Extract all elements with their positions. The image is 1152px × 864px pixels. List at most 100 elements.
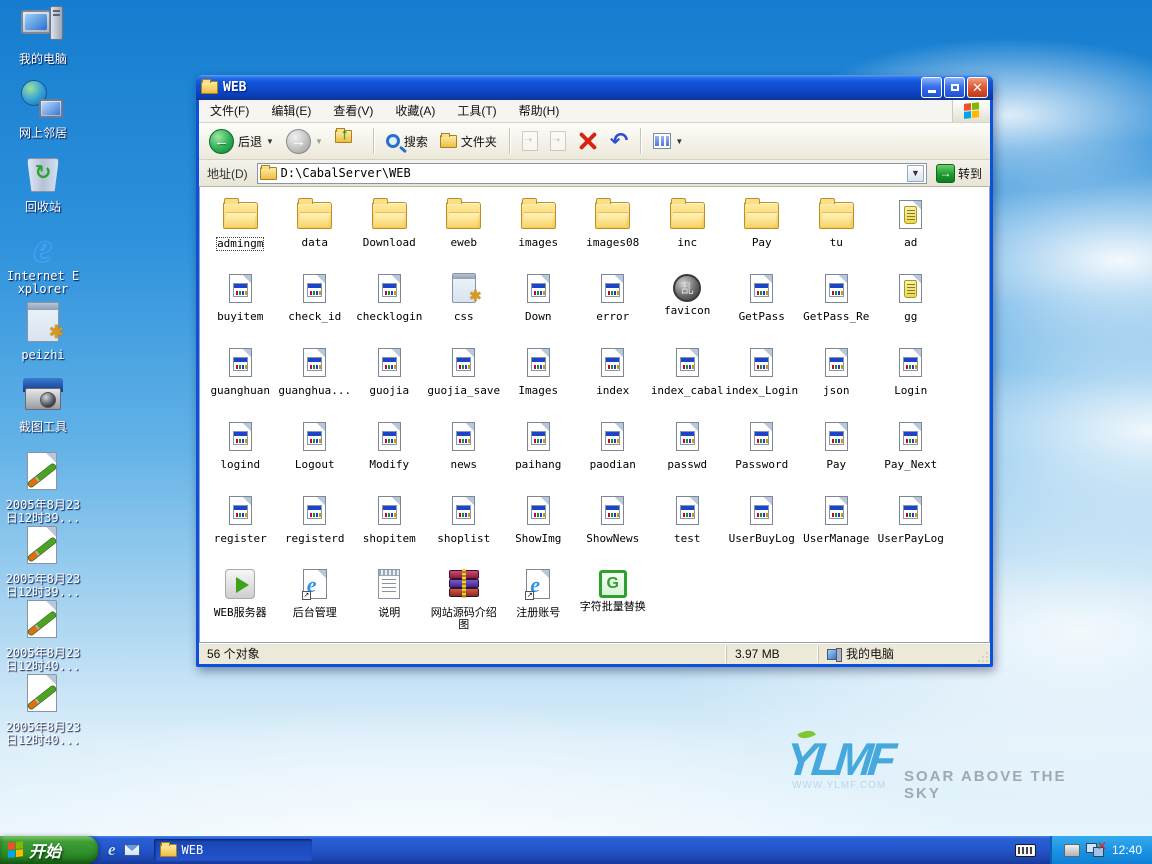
address-dropdown-button[interactable]: ▼ — [907, 165, 924, 182]
file-item[interactable]: tu — [799, 192, 874, 266]
folders-button[interactable]: 文件夹 — [436, 131, 501, 152]
undo-button[interactable]: ↶ — [606, 129, 632, 153]
search-button[interactable]: 搜索 — [382, 131, 432, 152]
file-item[interactable]: e↗注册账号 — [501, 562, 576, 636]
file-item[interactable]: news — [427, 414, 502, 488]
file-item[interactable]: Modify — [352, 414, 427, 488]
file-item[interactable]: 网站源码介绍图 — [427, 562, 502, 636]
file-item[interactable]: index — [576, 340, 651, 414]
forward-button[interactable]: → ▼ — [282, 127, 327, 156]
views-button[interactable]: ▼ — [649, 131, 687, 151]
menu-item-2[interactable]: 查看(V) — [322, 104, 384, 118]
file-item[interactable]: ShowImg — [501, 488, 576, 562]
tray-network-disconnected-icon[interactable]: ✕ — [1086, 843, 1104, 857]
desktop-icon-config[interactable]: peizhi — [4, 302, 82, 362]
file-item[interactable]: Login — [874, 340, 949, 414]
input-method-keyboard-icon[interactable] — [1015, 844, 1036, 857]
go-button[interactable]: → 转到 — [932, 164, 986, 183]
file-item[interactable]: Pay_Next — [874, 414, 949, 488]
file-item[interactable]: Pay — [725, 192, 800, 266]
address-input[interactable]: D:\CabalServer\WEB ▼ — [257, 163, 927, 184]
resize-grip[interactable] — [976, 647, 990, 664]
desktop-icon-network[interactable]: 网上邻居 — [4, 80, 82, 140]
file-item[interactable]: shoplist — [427, 488, 502, 562]
file-item[interactable]: 乱favicon — [650, 266, 725, 340]
file-item[interactable]: guojia — [352, 340, 427, 414]
views-dropdown-icon[interactable]: ▼ — [675, 137, 683, 146]
file-item[interactable]: images — [501, 192, 576, 266]
file-item[interactable]: registerd — [278, 488, 353, 562]
file-item[interactable]: UserManage — [799, 488, 874, 562]
file-item[interactable]: WEB服务器 — [203, 562, 278, 636]
file-item[interactable]: check_id — [278, 266, 353, 340]
desktop-icon-paint[interactable]: 2005年8月23日12时39... — [4, 524, 82, 599]
desktop-icon-camera[interactable]: 截图工具 — [4, 376, 82, 434]
desktop-icon-computer[interactable]: 我的电脑 — [4, 6, 82, 66]
file-item[interactable]: paodian — [576, 414, 651, 488]
file-item[interactable]: ad — [874, 192, 949, 266]
file-item[interactable]: 说明 — [352, 562, 427, 636]
file-item[interactable]: buyitem — [203, 266, 278, 340]
file-item[interactable]: e↗后台管理 — [278, 562, 353, 636]
menu-item-3[interactable]: 收藏(A) — [384, 104, 446, 118]
maximize-button[interactable] — [944, 77, 965, 98]
minimize-button[interactable] — [921, 77, 942, 98]
file-item[interactable]: GetPass — [725, 266, 800, 340]
file-item[interactable]: ✱css — [427, 266, 502, 340]
close-button[interactable]: ✕ — [967, 77, 988, 98]
file-item[interactable]: inc — [650, 192, 725, 266]
file-item[interactable]: guojia_save — [427, 340, 502, 414]
back-dropdown-icon[interactable]: ▼ — [266, 137, 274, 146]
file-item[interactable]: Pay — [799, 414, 874, 488]
copy-to-button[interactable] — [546, 129, 570, 153]
tray-device-icon[interactable] — [1064, 844, 1080, 857]
file-item[interactable]: Images — [501, 340, 576, 414]
file-item[interactable]: passwd — [650, 414, 725, 488]
file-item[interactable]: logind — [203, 414, 278, 488]
file-item[interactable]: Down — [501, 266, 576, 340]
desktop-icon-paint[interactable]: 2005年8月23日12时40... — [4, 598, 82, 673]
title-bar[interactable]: WEB ✕ — [196, 75, 993, 100]
file-item[interactable]: data — [278, 192, 353, 266]
quicklaunch-outlook-icon[interactable] — [124, 844, 140, 856]
file-item[interactable]: GetPass_Re — [799, 266, 874, 340]
file-item[interactable]: guanghuan — [203, 340, 278, 414]
file-item[interactable]: json — [799, 340, 874, 414]
desktop-icon-paint[interactable]: 2005年8月23日12时40... — [4, 672, 82, 747]
file-item[interactable]: shopitem — [352, 488, 427, 562]
file-item[interactable]: UserBuyLog — [725, 488, 800, 562]
menu-item-4[interactable]: 工具(T) — [446, 104, 507, 118]
delete-button[interactable] — [574, 129, 602, 153]
back-button[interactable]: ← 后退 ▼ — [205, 127, 278, 156]
file-item[interactable]: Password — [725, 414, 800, 488]
file-item[interactable]: gg — [874, 266, 949, 340]
file-item[interactable]: checklogin — [352, 266, 427, 340]
taskbar-task-web[interactable]: WEB — [154, 839, 312, 861]
menu-item-5[interactable]: 帮助(H) — [508, 104, 571, 118]
file-item[interactable]: UserPayLog — [874, 488, 949, 562]
menu-item-0[interactable]: 文件(F) — [199, 104, 260, 118]
quicklaunch-ie-icon[interactable]: e — [108, 840, 116, 860]
file-item[interactable]: paihang — [501, 414, 576, 488]
move-to-button[interactable] — [518, 129, 542, 153]
file-item[interactable]: admingm — [203, 192, 278, 266]
file-item[interactable]: images08 — [576, 192, 651, 266]
file-item[interactable]: test — [650, 488, 725, 562]
file-item[interactable]: index_Login — [725, 340, 800, 414]
file-item[interactable]: eweb — [427, 192, 502, 266]
file-item[interactable]: register — [203, 488, 278, 562]
file-item[interactable]: Download — [352, 192, 427, 266]
forward-dropdown-icon[interactable]: ▼ — [315, 137, 323, 146]
file-item[interactable]: G字符批量替换 — [576, 562, 651, 636]
file-item[interactable]: Logout — [278, 414, 353, 488]
desktop-icon-paint[interactable]: 2005年8月23日12时39... — [4, 450, 82, 525]
desktop-icon-recycle[interactable]: ↻回收站 — [4, 154, 82, 214]
desktop-icon-ie[interactable]: eInternet Explorer — [4, 228, 82, 296]
menu-item-1[interactable]: 编辑(E) — [260, 104, 322, 118]
file-item[interactable]: error — [576, 266, 651, 340]
up-button[interactable]: ↑ — [331, 128, 365, 154]
file-item[interactable]: ShowNews — [576, 488, 651, 562]
file-item[interactable]: index_cabal — [650, 340, 725, 414]
start-button[interactable]: 开始 — [0, 836, 98, 864]
file-item[interactable]: guanghua... — [278, 340, 353, 414]
